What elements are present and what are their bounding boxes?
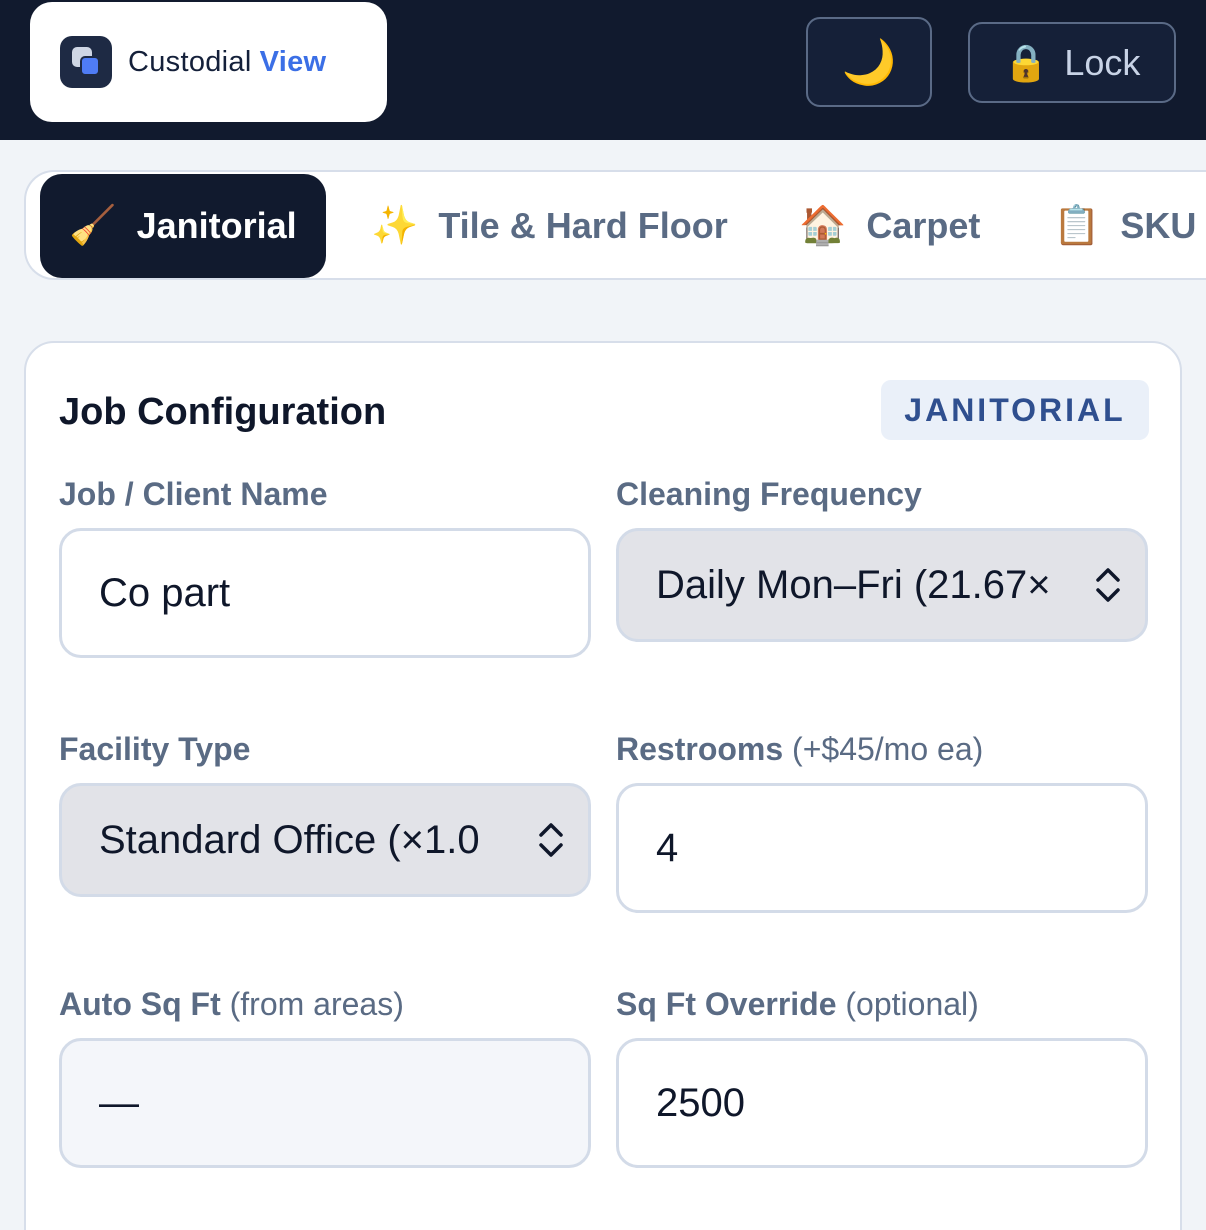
job-name-label: Job / Client Name xyxy=(59,476,328,512)
service-badge: JANITORIAL xyxy=(881,380,1149,440)
chevron-up-down-icon xyxy=(539,823,563,857)
restrooms-label: Restrooms (+$45/mo ea) xyxy=(616,731,983,768)
facility-type-value: Standard Office (×1.0 xyxy=(99,817,480,862)
card-title: Job Configuration xyxy=(59,391,387,433)
lock-button-label: Lock xyxy=(1064,41,1141,83)
moon-icon: 🌙 xyxy=(841,38,897,87)
tab-label: Janitorial xyxy=(136,205,297,246)
tab-tile-hard-floor[interactable]: ✨ Tile & Hard Floor xyxy=(371,174,728,278)
tab-sku[interactable]: 📋 SKU F xyxy=(1053,174,1206,278)
chevron-up-down-icon xyxy=(1096,568,1120,602)
lock-icon: 🔒 xyxy=(1003,41,1049,83)
logo-icon xyxy=(60,36,112,88)
auto-sqft-hint: (from areas) xyxy=(229,986,404,1022)
sqft-override-label-text: Sq Ft Override xyxy=(616,986,837,1022)
sqft-override-hint: (optional) xyxy=(845,986,979,1022)
tab-carpet[interactable]: 🏠 Carpet xyxy=(799,174,980,278)
job-configuration-card: Job Configuration JANITORIAL Job / Clien… xyxy=(24,341,1182,1230)
top-bar: Custodial View 🌙 🔒 Lock xyxy=(0,0,1206,140)
app-title-accent: View xyxy=(259,45,327,78)
auto-sqft-label-text: Auto Sq Ft xyxy=(59,986,221,1022)
restrooms-label-text: Restrooms xyxy=(616,731,784,767)
tab-label: Carpet xyxy=(866,205,981,246)
house-icon: 🏠 xyxy=(799,205,847,247)
app-logo[interactable]: Custodial View xyxy=(30,2,387,122)
tab-label: SKU F xyxy=(1120,205,1206,246)
sqft-override-input[interactable]: 2500 xyxy=(616,1038,1148,1168)
clipboard-icon: 📋 xyxy=(1053,205,1101,247)
sparkles-icon: ✨ xyxy=(371,205,419,247)
facility-type-label: Facility Type xyxy=(59,731,251,767)
frequency-value: Daily Mon–Fri (21.67× xyxy=(656,562,1051,607)
service-tabs: 🧹 Janitorial ✨ Tile & Hard Floor 🏠 Carpe… xyxy=(24,170,1206,280)
frequency-select[interactable]: Daily Mon–Fri (21.67× xyxy=(616,528,1148,642)
app-title-main: Custodial xyxy=(128,45,252,78)
theme-toggle-button[interactable]: 🌙 xyxy=(806,17,932,107)
auto-sqft-field: — xyxy=(59,1038,591,1168)
auto-sqft-label: Auto Sq Ft (from areas) xyxy=(59,986,404,1023)
restrooms-hint: (+$45/mo ea) xyxy=(792,731,984,767)
restrooms-input[interactable]: 4 xyxy=(616,783,1148,913)
sqft-override-label: Sq Ft Override (optional) xyxy=(616,986,979,1023)
broom-icon: 🧹 xyxy=(69,205,117,247)
lock-button[interactable]: 🔒 Lock xyxy=(968,22,1176,103)
app-title: Custodial View xyxy=(128,46,326,79)
tab-label: Tile & Hard Floor xyxy=(438,205,728,246)
job-name-input[interactable]: Co part xyxy=(59,528,591,658)
frequency-label: Cleaning Frequency xyxy=(616,476,922,512)
tab-janitorial[interactable]: 🧹 Janitorial xyxy=(40,174,326,278)
facility-type-select[interactable]: Standard Office (×1.0 xyxy=(59,783,591,897)
